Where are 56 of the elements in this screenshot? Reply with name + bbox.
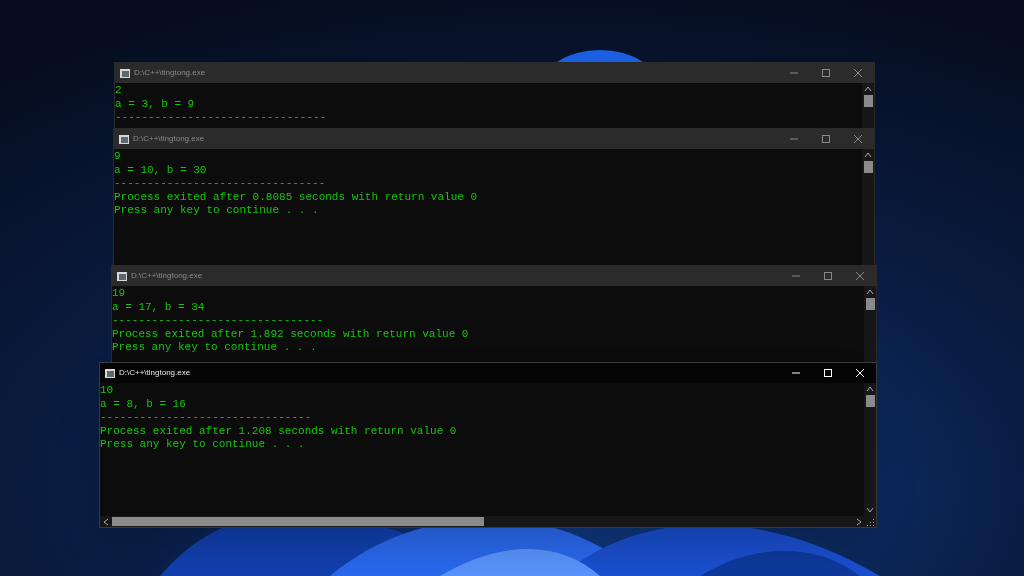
scroll-up-icon: [864, 85, 872, 93]
console-line: a = 8, b = 16: [100, 397, 186, 411]
console-line: --------------------------------: [100, 411, 312, 425]
console-line: a = 3, b = 9: [115, 97, 195, 111]
close-icon: [856, 369, 864, 377]
vertical-scrollbar[interactable]: [864, 286, 876, 362]
minimize-icon: [792, 272, 800, 280]
console-line: Process exited after 0.8085 seconds with return value 0: [114, 190, 478, 204]
window-title: D:\C++\tingtong.exe: [119, 367, 191, 379]
console-icon: [119, 134, 129, 144]
scroll-thumb[interactable]: [863, 161, 873, 173]
vertical-scrollbar[interactable]: [862, 149, 874, 265]
minimize-icon: [790, 69, 798, 77]
maximize-icon: [824, 369, 832, 377]
console-line: Press any key to continue . . .: [114, 204, 319, 218]
console-line: Press any key to continue . . .: [100, 438, 305, 452]
minimize-icon: [792, 369, 800, 377]
minimize-icon: [790, 135, 798, 143]
maximize-icon: [822, 69, 830, 77]
console-line: Process exited after 1.208 seconds with return value 0: [100, 424, 457, 438]
close-icon: [854, 69, 862, 77]
vertical-scrollbar[interactable]: [862, 83, 874, 129]
scroll-left-icon: [102, 517, 110, 526]
window-title: D:\C++\tingtong.exe: [131, 270, 203, 282]
console-line: --------------------------------: [114, 177, 326, 191]
close-icon: [854, 135, 862, 143]
window-title: D:\C++\tingtong.exe: [133, 133, 205, 145]
console-line: 19: [112, 287, 126, 301]
console-line: --------------------------------: [115, 111, 327, 125]
console-line: 9: [114, 150, 121, 164]
scroll-thumb[interactable]: [112, 517, 484, 526]
horizontal-scrollbar[interactable]: [100, 516, 876, 527]
console-icon: [105, 368, 115, 378]
console-line: 10: [100, 384, 114, 398]
vertical-scrollbar[interactable]: [864, 383, 876, 516]
console-icon: [117, 271, 127, 281]
window-title: D:\C++\tingtong.exe: [134, 67, 206, 79]
scroll-up-icon: [866, 288, 874, 296]
scroll-thumb[interactable]: [865, 395, 875, 407]
console-line: 2: [115, 84, 122, 98]
scroll-down-icon: [866, 506, 874, 514]
scroll-up-icon: [866, 385, 874, 393]
console-line: a = 10, b = 30: [114, 163, 207, 177]
console-line: a = 17, b = 34: [112, 300, 205, 314]
scroll-thumb[interactable]: [865, 298, 875, 310]
scroll-up-icon: [864, 151, 872, 159]
console-line: Press any key to continue . . .: [112, 341, 317, 355]
scroll-thumb[interactable]: [863, 95, 873, 107]
resize-grip-icon[interactable]: [865, 516, 875, 527]
console-line: --------------------------------: [112, 314, 324, 328]
close-icon: [856, 272, 864, 280]
maximize-icon: [822, 135, 830, 143]
console-line: Process exited after 1.892 seconds with return value 0: [112, 327, 469, 341]
maximize-icon: [824, 272, 832, 280]
console-icon: [120, 68, 130, 78]
scroll-right-icon: [855, 517, 863, 526]
